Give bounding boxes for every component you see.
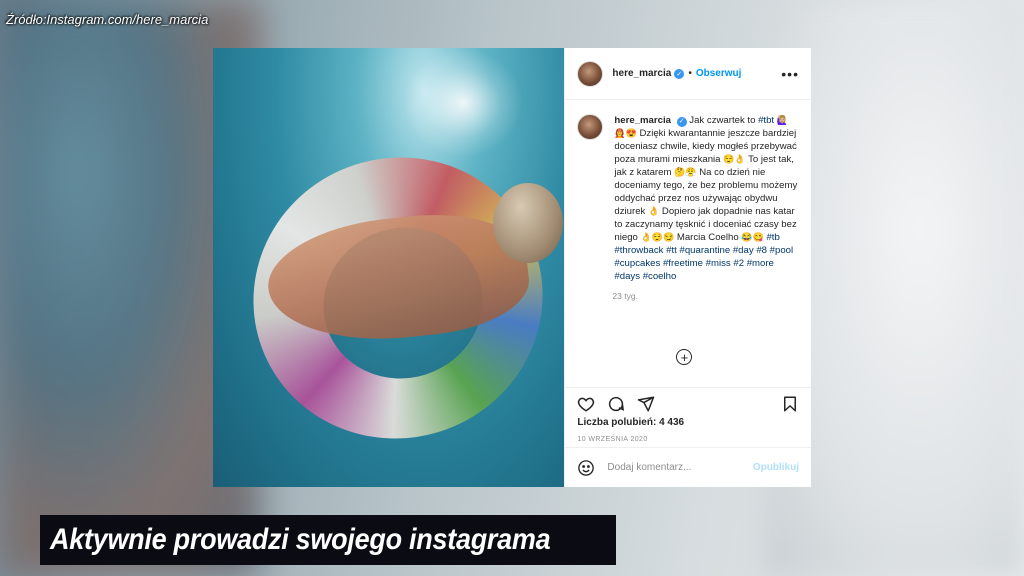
comment-input[interactable] bbox=[605, 461, 753, 474]
post-date: 10 WRZEŚNIA 2020 bbox=[577, 436, 648, 443]
hashtag-link[interactable]: #coelho bbox=[643, 271, 677, 282]
hashtag-link[interactable]: #tt bbox=[666, 245, 677, 256]
caption-part: Jak czwartek to bbox=[689, 115, 759, 126]
hashtag-link[interactable]: #throwback bbox=[614, 245, 663, 256]
action-bar: Liczba polubień: 4 436 10 WRZEŚNIA 2020 bbox=[565, 387, 811, 447]
post-sidebar: here_marcia ✓ • Obserwuj ••• here_marcia… bbox=[564, 48, 811, 487]
heart-icon[interactable] bbox=[577, 395, 595, 413]
share-icon[interactable] bbox=[637, 395, 655, 413]
emoji-group: 😌👌 bbox=[723, 154, 746, 164]
subtitle-text: Aktywnie prowadzi swojego instagrama bbox=[50, 523, 551, 556]
hashtag-link[interactable]: #freetime bbox=[663, 258, 703, 269]
avatar[interactable] bbox=[577, 60, 604, 87]
verified-icon: ✓ bbox=[674, 68, 685, 79]
hashtag-link[interactable]: #day bbox=[733, 245, 754, 256]
hashtag-link[interactable]: #pool bbox=[770, 245, 793, 256]
hashtag-link[interactable]: #8 bbox=[756, 245, 767, 256]
emoji-group: 👌😌😏 bbox=[640, 232, 675, 242]
caption-username[interactable]: here_marcia bbox=[614, 115, 671, 126]
hashtag-link[interactable]: #tbt bbox=[758, 115, 774, 126]
source-label: Źródło:Instagram.com/here_marcia bbox=[6, 12, 209, 27]
post-header: here_marcia ✓ • Obserwuj ••• bbox=[565, 48, 811, 100]
username[interactable]: here_marcia bbox=[612, 68, 671, 79]
post-photo[interactable] bbox=[213, 48, 565, 487]
caption-part: Marcia Coelho bbox=[674, 232, 742, 243]
comment-bar: Opublikuj bbox=[565, 447, 811, 487]
caption-text: here_marcia ✓ Jak czwartek to #tbt 🙋🏼‍♀️… bbox=[614, 114, 799, 283]
emoji-group: 😂😋 bbox=[741, 232, 764, 242]
more-options-icon[interactable]: ••• bbox=[781, 66, 799, 82]
emoji-group: 🤔😤 bbox=[674, 167, 697, 177]
hashtag-link[interactable]: #cupcakes bbox=[614, 258, 660, 269]
add-icon[interactable]: + bbox=[676, 349, 693, 365]
hashtag-link[interactable]: #quarantine bbox=[679, 245, 730, 256]
hashtag-link[interactable]: #miss bbox=[706, 258, 731, 269]
caption-area: here_marcia ✓ Jak czwartek to #tbt 🙋🏼‍♀️… bbox=[565, 100, 811, 387]
instagram-post: here_marcia ✓ • Obserwuj ••• here_marcia… bbox=[213, 48, 811, 487]
separator: • bbox=[688, 68, 692, 79]
hashtag-link[interactable]: #days bbox=[614, 271, 640, 282]
follow-button[interactable]: Obserwuj bbox=[696, 68, 742, 79]
emoji-group: 👌 bbox=[648, 206, 660, 216]
comment-icon[interactable] bbox=[607, 395, 625, 413]
publish-button[interactable]: Opublikuj bbox=[753, 462, 799, 473]
caption-avatar[interactable] bbox=[577, 114, 604, 140]
bookmark-icon[interactable] bbox=[781, 395, 799, 413]
hashtag-link[interactable]: #tb bbox=[766, 232, 779, 243]
verified-icon: ✓ bbox=[676, 116, 687, 127]
hashtag-link[interactable]: #more bbox=[747, 258, 774, 269]
post-age[interactable]: 23 tyg. bbox=[612, 291, 799, 301]
emoji-icon[interactable] bbox=[577, 459, 595, 477]
person-head bbox=[493, 183, 563, 263]
subtitle-banner: Aktywnie prowadzi swojego instagrama bbox=[40, 515, 616, 565]
likes-count[interactable]: Liczba polubień: 4 436 bbox=[577, 417, 799, 428]
hashtag-link[interactable]: #2 bbox=[733, 258, 744, 269]
sunlight-reflection bbox=[403, 48, 523, 158]
